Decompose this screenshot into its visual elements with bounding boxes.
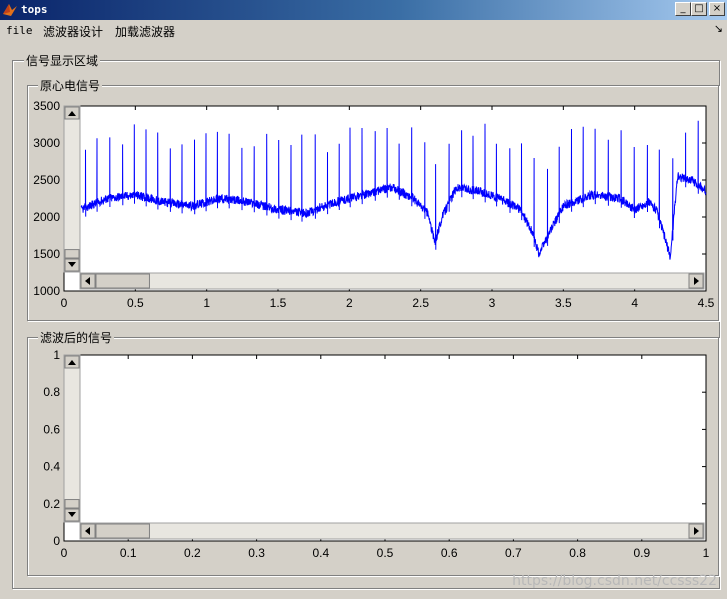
x-tick-label: 0 bbox=[61, 546, 68, 560]
x-tick-label: 2 bbox=[346, 296, 353, 310]
x-tick-label: 1 bbox=[703, 546, 710, 560]
horizontal-scrollbar[interactable] bbox=[79, 522, 705, 540]
plot-area bbox=[63, 354, 707, 542]
y-tick-label: 0 bbox=[53, 534, 60, 548]
horizontal-scroll-thumb[interactable] bbox=[95, 273, 150, 289]
y-tick-label: 3000 bbox=[33, 136, 60, 150]
x-tick-label: 0.3 bbox=[248, 546, 265, 560]
filtered-signal-chart: 0 0.1 0.2 0.3 0.4 0.5 0.6 0.7 0.8 0.9 1 0 0.2 0.4 0.6 0… bbox=[43, 348, 709, 560]
y-tick-label: 1500 bbox=[33, 247, 60, 261]
y-tick-label: 0.8 bbox=[43, 385, 60, 399]
x-tick-label: 0.5 bbox=[127, 296, 144, 310]
x-tick-label: 0.7 bbox=[505, 546, 522, 560]
x-tick-label: 0.9 bbox=[633, 546, 650, 560]
x-tick-label: 1.5 bbox=[270, 296, 287, 310]
y-tick-label: 3500 bbox=[33, 99, 60, 113]
y-tick-label: 1 bbox=[53, 348, 60, 362]
vertical-scrollbar[interactable] bbox=[63, 105, 81, 273]
vertical-scrollbar[interactable] bbox=[63, 354, 81, 523]
x-tick-label: 3 bbox=[489, 296, 496, 310]
x-tick-label: 3.5 bbox=[555, 296, 572, 310]
y-tick-label: 0.6 bbox=[43, 422, 60, 436]
charts-svg: 0 0.5 1 1.5 2 2.5 3 3.5 4 4.5 1000 1500 2000 2500 3000… bbox=[33, 99, 714, 560]
y-tick-label: 2000 bbox=[33, 210, 60, 224]
horizontal-scroll-thumb[interactable] bbox=[95, 523, 150, 539]
x-tick-label: 0.4 bbox=[312, 546, 329, 560]
horizontal-scrollbar[interactable] bbox=[79, 272, 705, 290]
x-tick-label: 0.8 bbox=[569, 546, 586, 560]
x-tick-label: 4 bbox=[631, 296, 638, 310]
y-tick-label: 0.2 bbox=[43, 497, 60, 511]
x-tick-label: 4.5 bbox=[698, 296, 715, 310]
x-tick-label: 0.1 bbox=[120, 546, 137, 560]
x-tick-label: 1 bbox=[203, 296, 210, 310]
watermark-text: https://blog.csdn.net/ccsss22 bbox=[512, 573, 717, 589]
x-tick-label: 2.5 bbox=[412, 296, 429, 310]
plot-area bbox=[63, 105, 707, 292]
y-tick-label: 2500 bbox=[33, 173, 60, 187]
x-tick-label: 0.2 bbox=[184, 546, 201, 560]
y-tick-label: 1000 bbox=[33, 284, 60, 298]
y-tick-label: 0.4 bbox=[43, 460, 60, 474]
x-tick-label: 0.6 bbox=[441, 546, 458, 560]
x-tick-label: 0.5 bbox=[377, 546, 394, 560]
vertical-scroll-thumb[interactable] bbox=[64, 499, 80, 509]
vertical-scroll-thumb[interactable] bbox=[64, 249, 80, 259]
original-ecg-chart: 0 0.5 1 1.5 2 2.5 3 3.5 4 4.5 1000 1500 2000 2500 3000… bbox=[33, 99, 714, 310]
x-tick-label: 0 bbox=[61, 296, 68, 310]
